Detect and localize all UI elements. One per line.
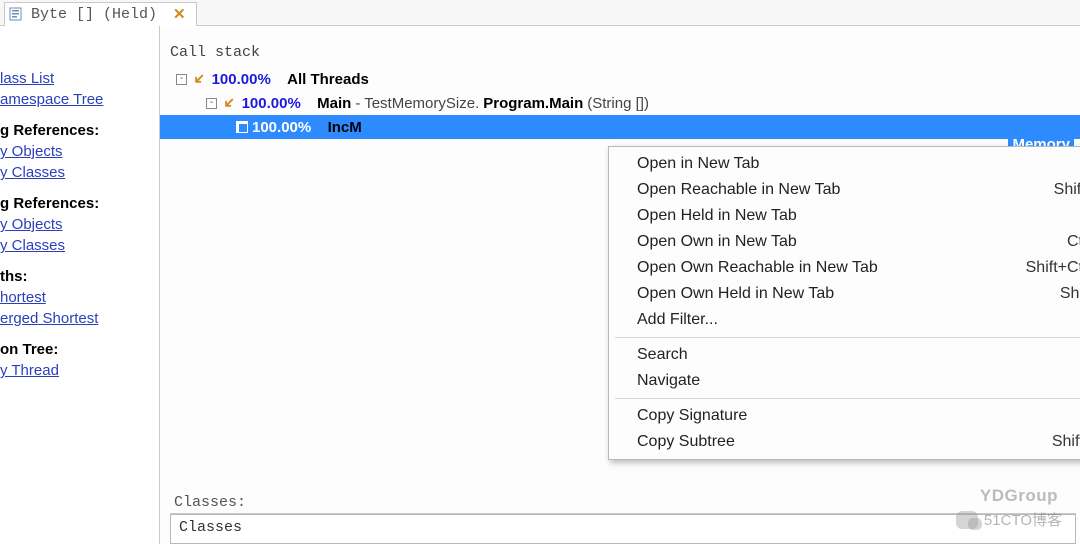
node-context-suffix: (String [])	[587, 95, 649, 112]
sidebar-heading: g References:	[0, 195, 159, 212]
sidebar-link[interactable]: erged Shortest	[0, 310, 159, 327]
sidebar-link[interactable]: y Thread	[0, 362, 159, 379]
menu-item-label: Add Filter...	[637, 311, 718, 329]
sidebar-link[interactable]: y Objects	[0, 143, 159, 160]
classes-panel: Classes: Classes	[170, 492, 1076, 544]
tree-row[interactable]: -➜ 100.00% All Threads	[170, 67, 1076, 91]
sidebar-link[interactable]: hortest	[0, 289, 159, 306]
classes-box[interactable]: Classes	[170, 514, 1076, 544]
sidebar-link[interactable]: y Classes	[0, 237, 159, 254]
menu-item[interactable]: Open in New TabCtrl+T	[609, 151, 1080, 177]
node-name: Main	[317, 95, 351, 112]
menu-item-label: Open Held in New Tab	[637, 207, 797, 225]
menu-item-label: Open in New Tab	[637, 155, 759, 173]
node-context-bold: Program.Main	[483, 95, 583, 112]
menu-shortcut: Ctrl+Alt+T	[1067, 233, 1080, 251]
content-area: lass List amespace Tree g References: y Obj…	[0, 26, 1080, 544]
menu-item[interactable]: Open Held in New TabShift+T	[609, 203, 1080, 229]
arrow-icon: ➜	[218, 92, 240, 114]
file-icon	[9, 7, 25, 21]
menu-item[interactable]: Open Own Held in New Tab Shift+Alt+T	[609, 281, 1080, 307]
tree-row[interactable]: 100.00% IncM	[160, 115, 1080, 139]
menu-item-label: Copy Signature	[637, 407, 747, 425]
menu-item-label: Open Reachable in New Tab	[637, 181, 840, 199]
menu-item-label: Copy Subtree	[637, 433, 735, 451]
menu-item[interactable]: Open Reachable in New Tab Shift+Ctrl+T	[609, 177, 1080, 203]
node-name: All Threads	[287, 71, 369, 88]
menu-shortcut: Shift+Alt+T	[1060, 285, 1080, 303]
tree-row[interactable]: -➜ 100.00% Main - TestMemorySize.Program…	[170, 91, 1076, 115]
menu-item[interactable]: Navigate▶	[609, 368, 1080, 394]
node-context: - TestMemorySize.	[355, 95, 479, 112]
close-icon[interactable]: ✕	[173, 5, 186, 24]
percent-value: 100.00%	[252, 119, 311, 136]
callstack-tree: -➜ 100.00% All Threads-➜ 100.00% Main - …	[170, 67, 1076, 139]
menu-item-label: Open Own Held in New Tab	[637, 285, 834, 303]
menu-item[interactable]: Copy Subtree Shift+Ctrl+C	[609, 429, 1080, 455]
sidebar-heading: ths:	[0, 268, 159, 285]
menu-separator	[615, 398, 1080, 399]
menu-item-label: Navigate	[637, 372, 700, 390]
context-menu: Open in New TabCtrl+TOpen Reachable in N…	[608, 146, 1080, 460]
sidebar-link[interactable]: y Classes	[0, 164, 159, 181]
sidebar-link[interactable]: lass List	[0, 70, 159, 87]
percent-value: 100.00%	[242, 95, 301, 112]
menu-separator	[615, 337, 1080, 338]
sidebar-heading: on Tree:	[0, 341, 159, 358]
menu-item[interactable]: Open Own in New Tab Ctrl+Alt+T	[609, 229, 1080, 255]
callstack-label: Call stack	[170, 44, 1076, 61]
tab-byte-held[interactable]: Byte [] (Held) ✕	[4, 2, 197, 26]
sidebar: lass List amespace Tree g References: y Obj…	[0, 26, 160, 544]
sidebar-heading: g References:	[0, 122, 159, 139]
grid-icon	[236, 121, 248, 133]
sidebar-link[interactable]: y Objects	[0, 216, 159, 233]
menu-item-label: Open Own in New Tab	[637, 233, 797, 251]
classes-body-text: Classes	[179, 519, 242, 536]
menu-shortcut: Shift+Ctrl+T	[1054, 181, 1080, 199]
expand-toggle-icon[interactable]: -	[206, 98, 217, 109]
menu-item[interactable]: Add Filter...	[609, 307, 1080, 333]
tab-bar: Byte [] (Held) ✕	[0, 0, 1080, 26]
arrow-icon: ➜	[188, 68, 210, 90]
menu-shortcut: Shift+Ctrl+C	[1052, 433, 1080, 451]
node-name: IncM	[328, 119, 362, 136]
menu-item-label: Open Own Reachable in New Tab	[637, 259, 878, 277]
menu-item-label: Search	[637, 346, 688, 364]
menu-shortcut: Shift+Ctrl+Alt+T	[1026, 259, 1080, 277]
sidebar-link[interactable]: amespace Tree	[0, 91, 159, 108]
menu-item[interactable]: Search▶	[609, 342, 1080, 368]
expand-toggle-icon[interactable]: -	[176, 74, 187, 85]
menu-item[interactable]: Copy SignatureCtrl+C	[609, 403, 1080, 429]
percent-value: 100.00%	[212, 71, 271, 88]
main-panel: Call stack -➜ 100.00% All Threads-➜ 100.…	[160, 26, 1080, 544]
tab-title: Byte [] (Held)	[31, 6, 157, 23]
classes-header: Classes:	[170, 492, 1076, 514]
menu-item[interactable]: Open Own Reachable in New Tab Shift+Ctrl+…	[609, 255, 1080, 281]
